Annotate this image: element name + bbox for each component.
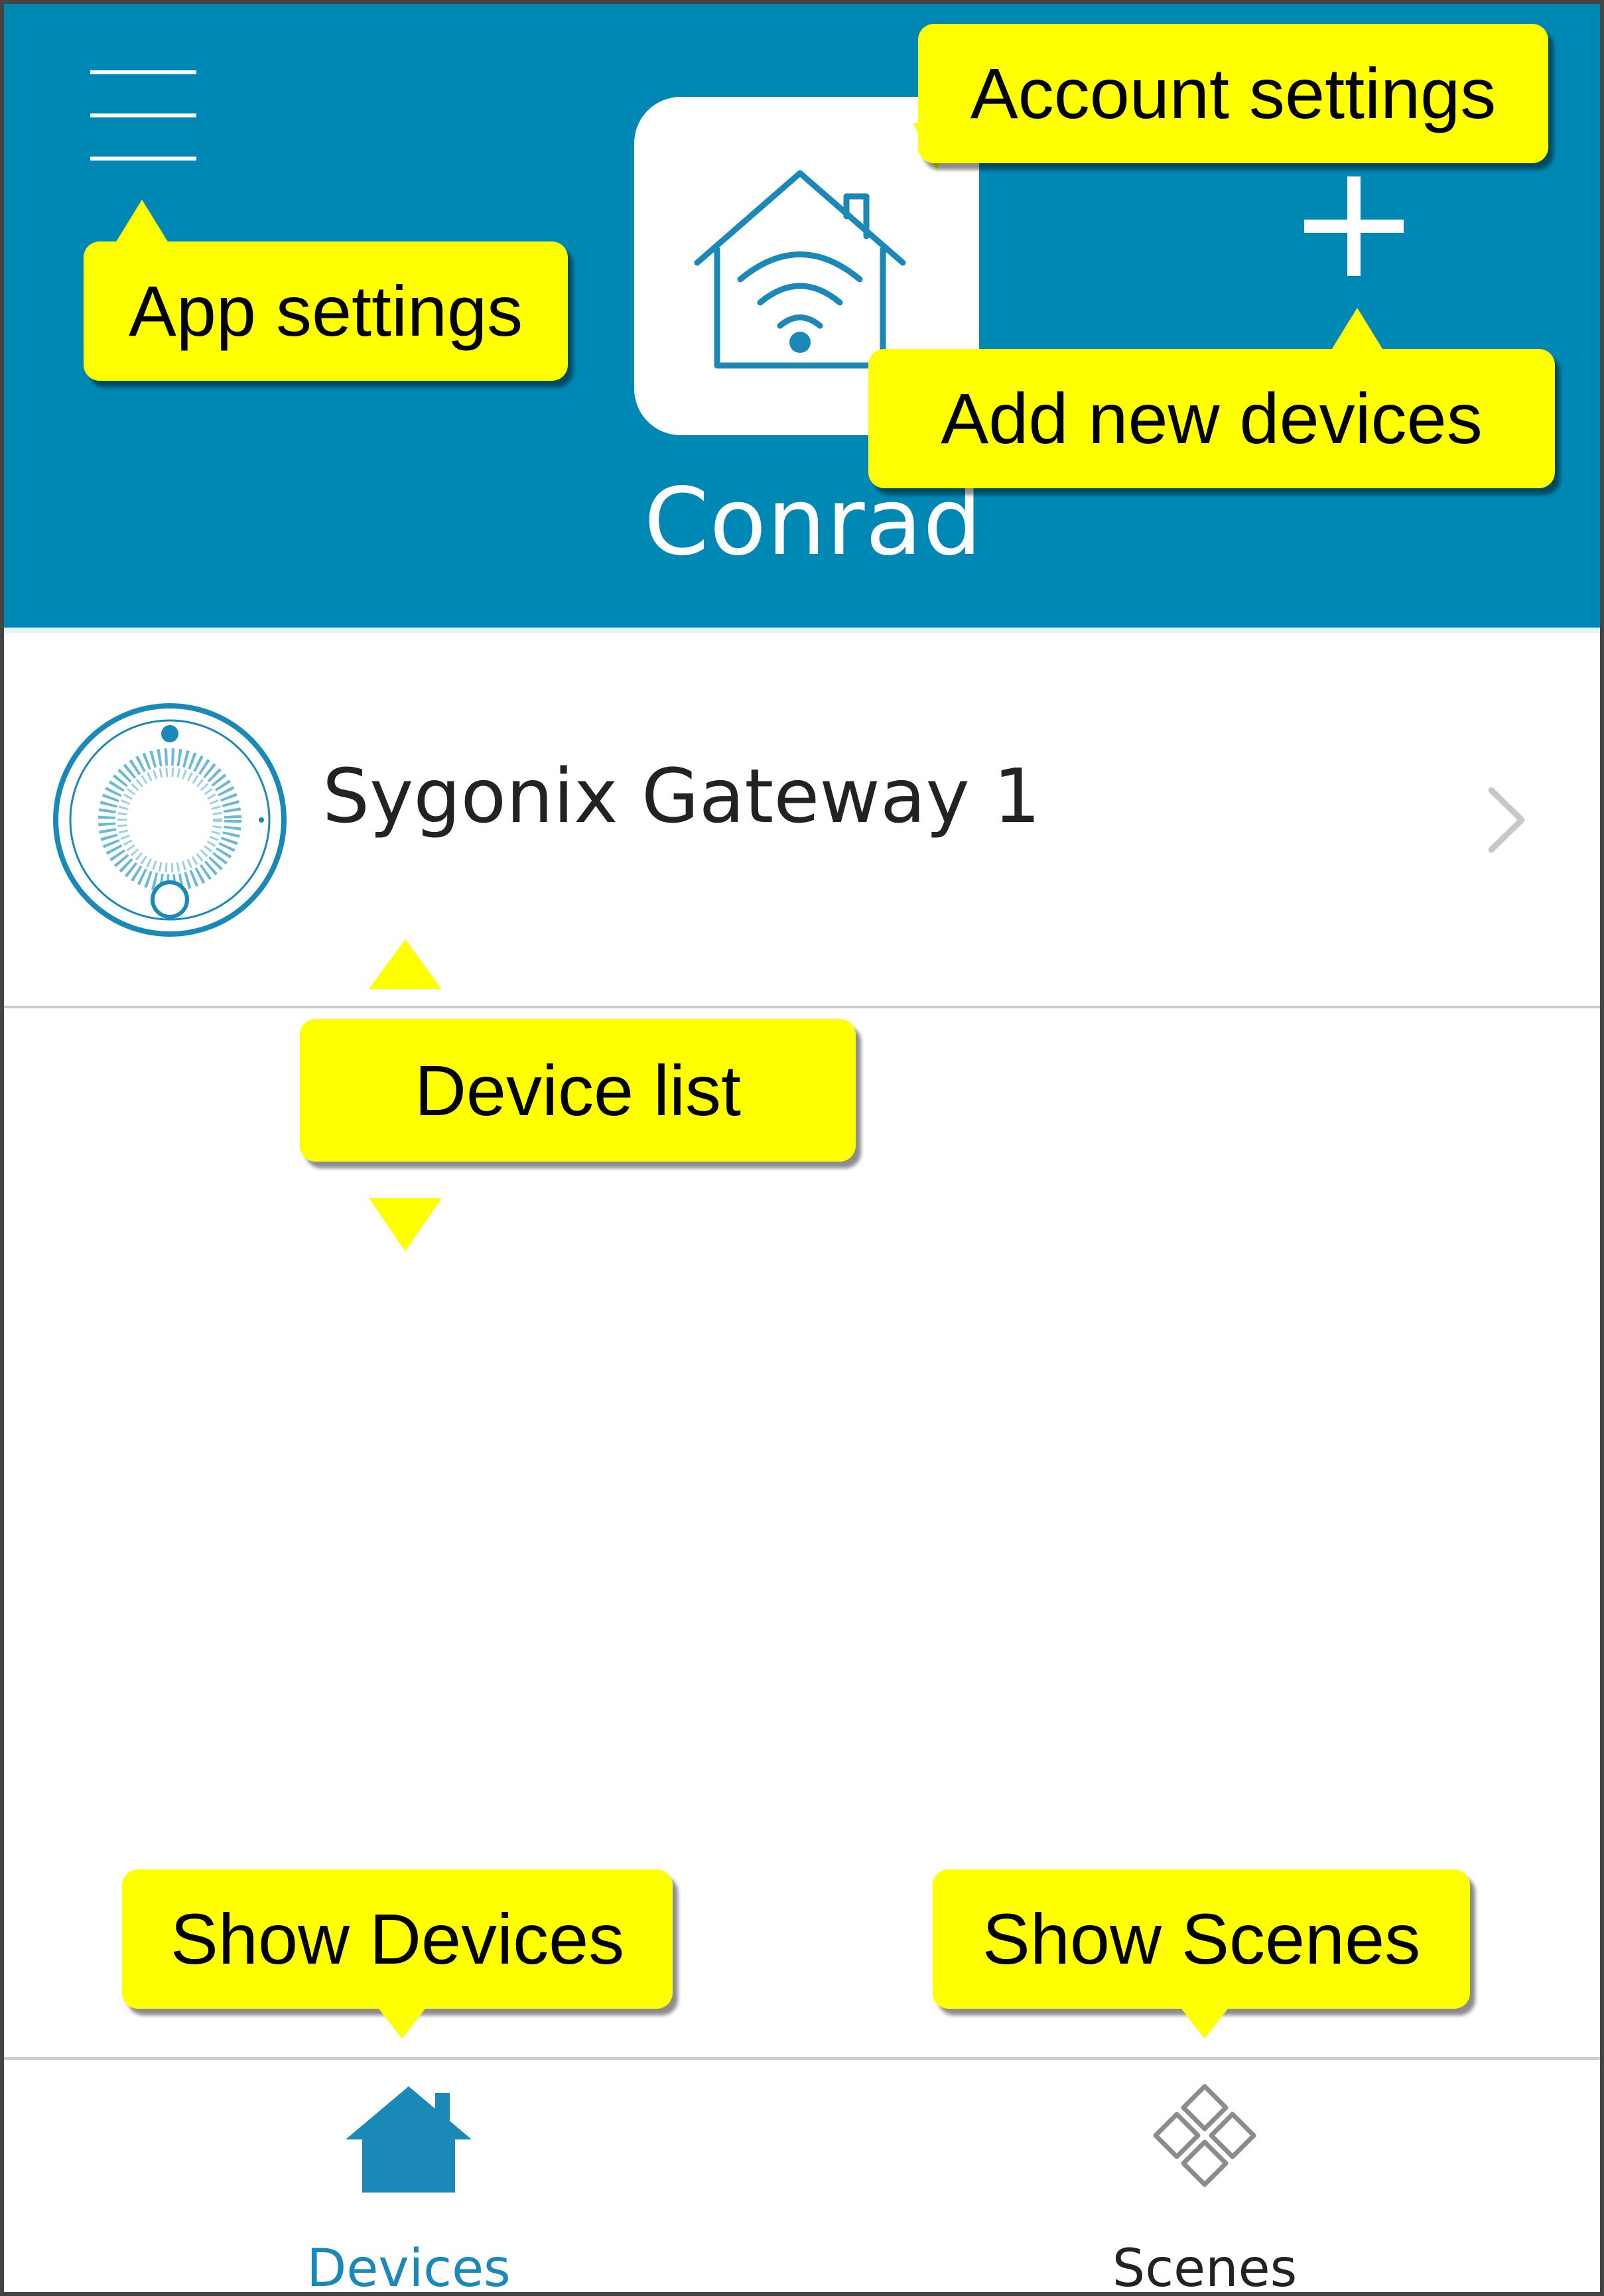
show-scenes-pointer [1181, 2009, 1228, 2039]
show-scenes-callout: Show Scenes [933, 1869, 1470, 2009]
account-settings-callout: Account settings [918, 24, 1548, 163]
show-devices-pointer [379, 2009, 425, 2039]
device-list-pointer-up [369, 939, 442, 989]
tab-bar: Devices Scenes [4, 2057, 1600, 2296]
hamburger-menu-icon[interactable] [90, 70, 196, 163]
tab-scenes-label: Scenes [1112, 2239, 1298, 2296]
tab-devices[interactable]: Devices [210, 2060, 608, 2296]
add-device-icon[interactable] [1304, 176, 1404, 276]
app-screen: Conrad Sygonix Gateway 1 Devices Scenes … [0, 0, 1604, 2296]
app-settings-callout: App settings [84, 241, 568, 381]
app-settings-pointer [115, 200, 168, 243]
device-list-callout: Device list [300, 1019, 856, 1162]
gateway-device-icon [50, 701, 289, 943]
show-devices-callout: Show Devices [122, 1869, 673, 2009]
scenes-diamond-icon [1006, 2080, 1404, 2209]
tab-scenes[interactable]: Scenes [1006, 2060, 1404, 2296]
device-name: Sygonix Gateway 1 [322, 754, 1041, 840]
chevron-right-icon [1483, 783, 1530, 860]
device-list-item[interactable]: Sygonix Gateway 1 [4, 634, 1600, 1008]
house-icon [210, 2080, 608, 2202]
add-devices-callout: Add new devices [868, 349, 1555, 488]
tab-devices-label: Devices [306, 2239, 511, 2296]
add-devices-pointer [1331, 308, 1384, 351]
device-list-pointer-down [369, 1198, 442, 1251]
